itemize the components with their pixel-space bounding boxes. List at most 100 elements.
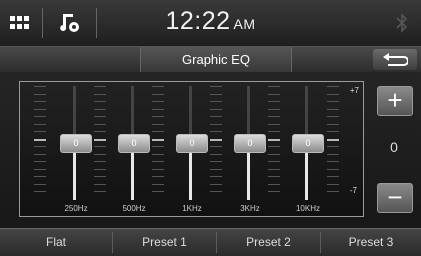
scale-tick <box>94 131 106 132</box>
decrease-button[interactable]: − <box>377 183 413 213</box>
preset-flat-button[interactable]: Flat <box>0 229 112 256</box>
scale-tick <box>327 131 339 132</box>
scale-tick <box>34 146 46 147</box>
scale-tick <box>152 116 164 117</box>
scale-tick <box>152 161 164 162</box>
scale-tick <box>210 131 222 132</box>
scale-tick <box>327 116 339 117</box>
scale-tick <box>94 138 106 141</box>
scale-tick <box>327 123 339 125</box>
scale-tick <box>268 183 280 185</box>
scale-tick <box>268 108 280 110</box>
scale-tick <box>34 183 46 185</box>
scale-tick <box>152 138 164 141</box>
scale-tick <box>210 86 222 87</box>
scale-tick <box>94 161 106 162</box>
clock: 12:22 AM <box>0 7 421 36</box>
preset-bar: Flat Preset 1 Preset 2 Preset 3 <box>0 228 421 256</box>
eq-band-slider[interactable]: 0 1KHz <box>175 82 209 216</box>
slider-knob[interactable]: 0 <box>176 134 208 153</box>
preset-3-button[interactable]: Preset 3 <box>321 229 421 256</box>
scale-tick <box>327 168 339 170</box>
scale-tick <box>210 93 222 95</box>
scale-tick <box>152 153 164 155</box>
scale-tick <box>152 93 164 95</box>
scale-tick <box>210 153 222 155</box>
scale-tick <box>268 176 280 177</box>
scale-tick <box>94 183 106 185</box>
scale-tick <box>94 93 106 95</box>
scale-tick <box>327 161 339 162</box>
eq-band-slider[interactable]: 0 250Hz <box>59 82 93 216</box>
slider-knob[interactable]: 0 <box>234 134 266 153</box>
scale-tick <box>268 93 280 95</box>
scale-ticks <box>152 86 164 198</box>
scale-tick <box>268 123 280 125</box>
scale-tick <box>34 116 46 117</box>
scale-tick <box>327 146 339 147</box>
eq-band-slider[interactable]: 0 3KHz <box>233 82 267 216</box>
slider-knob[interactable]: 0 <box>292 134 324 153</box>
preset-2-button[interactable]: Preset 2 <box>217 229 320 256</box>
scale-tick <box>268 138 280 141</box>
scale-tick <box>327 108 339 110</box>
scale-tick <box>327 138 339 141</box>
scale-tick <box>210 183 222 185</box>
scale-tick <box>94 101 106 102</box>
scale-tick <box>152 183 164 185</box>
scale-tick <box>34 108 46 110</box>
scale-tick <box>327 191 339 192</box>
eq-panel: +7 -7 0 250Hz 0 500Hz 0 1KHz 0 3KHz 0 10KHz <box>19 81 364 217</box>
scale-tick <box>94 86 106 87</box>
preset-1-button[interactable]: Preset 1 <box>113 229 216 256</box>
scale-tick <box>327 86 339 87</box>
scale-tick <box>152 146 164 147</box>
selected-band-value: 0 <box>390 139 398 155</box>
scale-ticks <box>94 86 106 198</box>
scale-tick <box>152 191 164 192</box>
band-frequency-label: 500Hz <box>122 204 146 213</box>
scale-tick <box>94 108 106 110</box>
scale-tick <box>268 146 280 147</box>
scale-tick <box>34 153 46 155</box>
scale-tick <box>210 146 222 147</box>
scale-max-label: +7 <box>349 86 359 95</box>
scale-tick <box>327 101 339 102</box>
scale-tick <box>268 168 280 170</box>
scale-tick <box>152 131 164 132</box>
scale-tick <box>152 176 164 177</box>
scale-tick <box>210 191 222 192</box>
scale-min-label: -7 <box>349 186 357 195</box>
eq-band-slider[interactable]: 0 500Hz <box>117 82 151 216</box>
scale-tick <box>268 101 280 102</box>
slider-knob[interactable]: 0 <box>118 134 150 153</box>
slider-knob[interactable]: 0 <box>60 134 92 153</box>
scale-tick <box>152 108 164 110</box>
scale-tick <box>152 168 164 170</box>
scale-tick <box>94 191 106 192</box>
band-frequency-label: 250Hz <box>64 204 88 213</box>
band-frequency-label: 3KHz <box>240 204 260 213</box>
eq-band-slider[interactable]: 0 10KHz <box>291 82 325 216</box>
band-frequency-label: 10KHz <box>295 204 320 213</box>
back-button[interactable] <box>373 49 417 70</box>
scale-tick <box>152 86 164 87</box>
scale-tick <box>327 93 339 95</box>
clock-time: 12:22 <box>165 7 231 35</box>
scale-tick <box>34 101 46 102</box>
scale-tick <box>152 101 164 102</box>
scale-tick <box>94 123 106 125</box>
scale-tick <box>268 153 280 155</box>
top-bar: 12:22 AM <box>0 0 421 47</box>
title-bar: Graphic EQ <box>0 47 421 72</box>
scale-tick <box>268 191 280 192</box>
increase-button[interactable]: + <box>377 86 413 116</box>
band-frequency-label: 1KHz <box>182 204 202 213</box>
scale-tick <box>210 108 222 110</box>
scale-tick <box>327 176 339 177</box>
scale-tick <box>268 116 280 117</box>
scale-tick <box>94 146 106 147</box>
scale-tick <box>34 161 46 162</box>
scale-ticks <box>327 86 339 198</box>
scale-tick <box>94 153 106 155</box>
